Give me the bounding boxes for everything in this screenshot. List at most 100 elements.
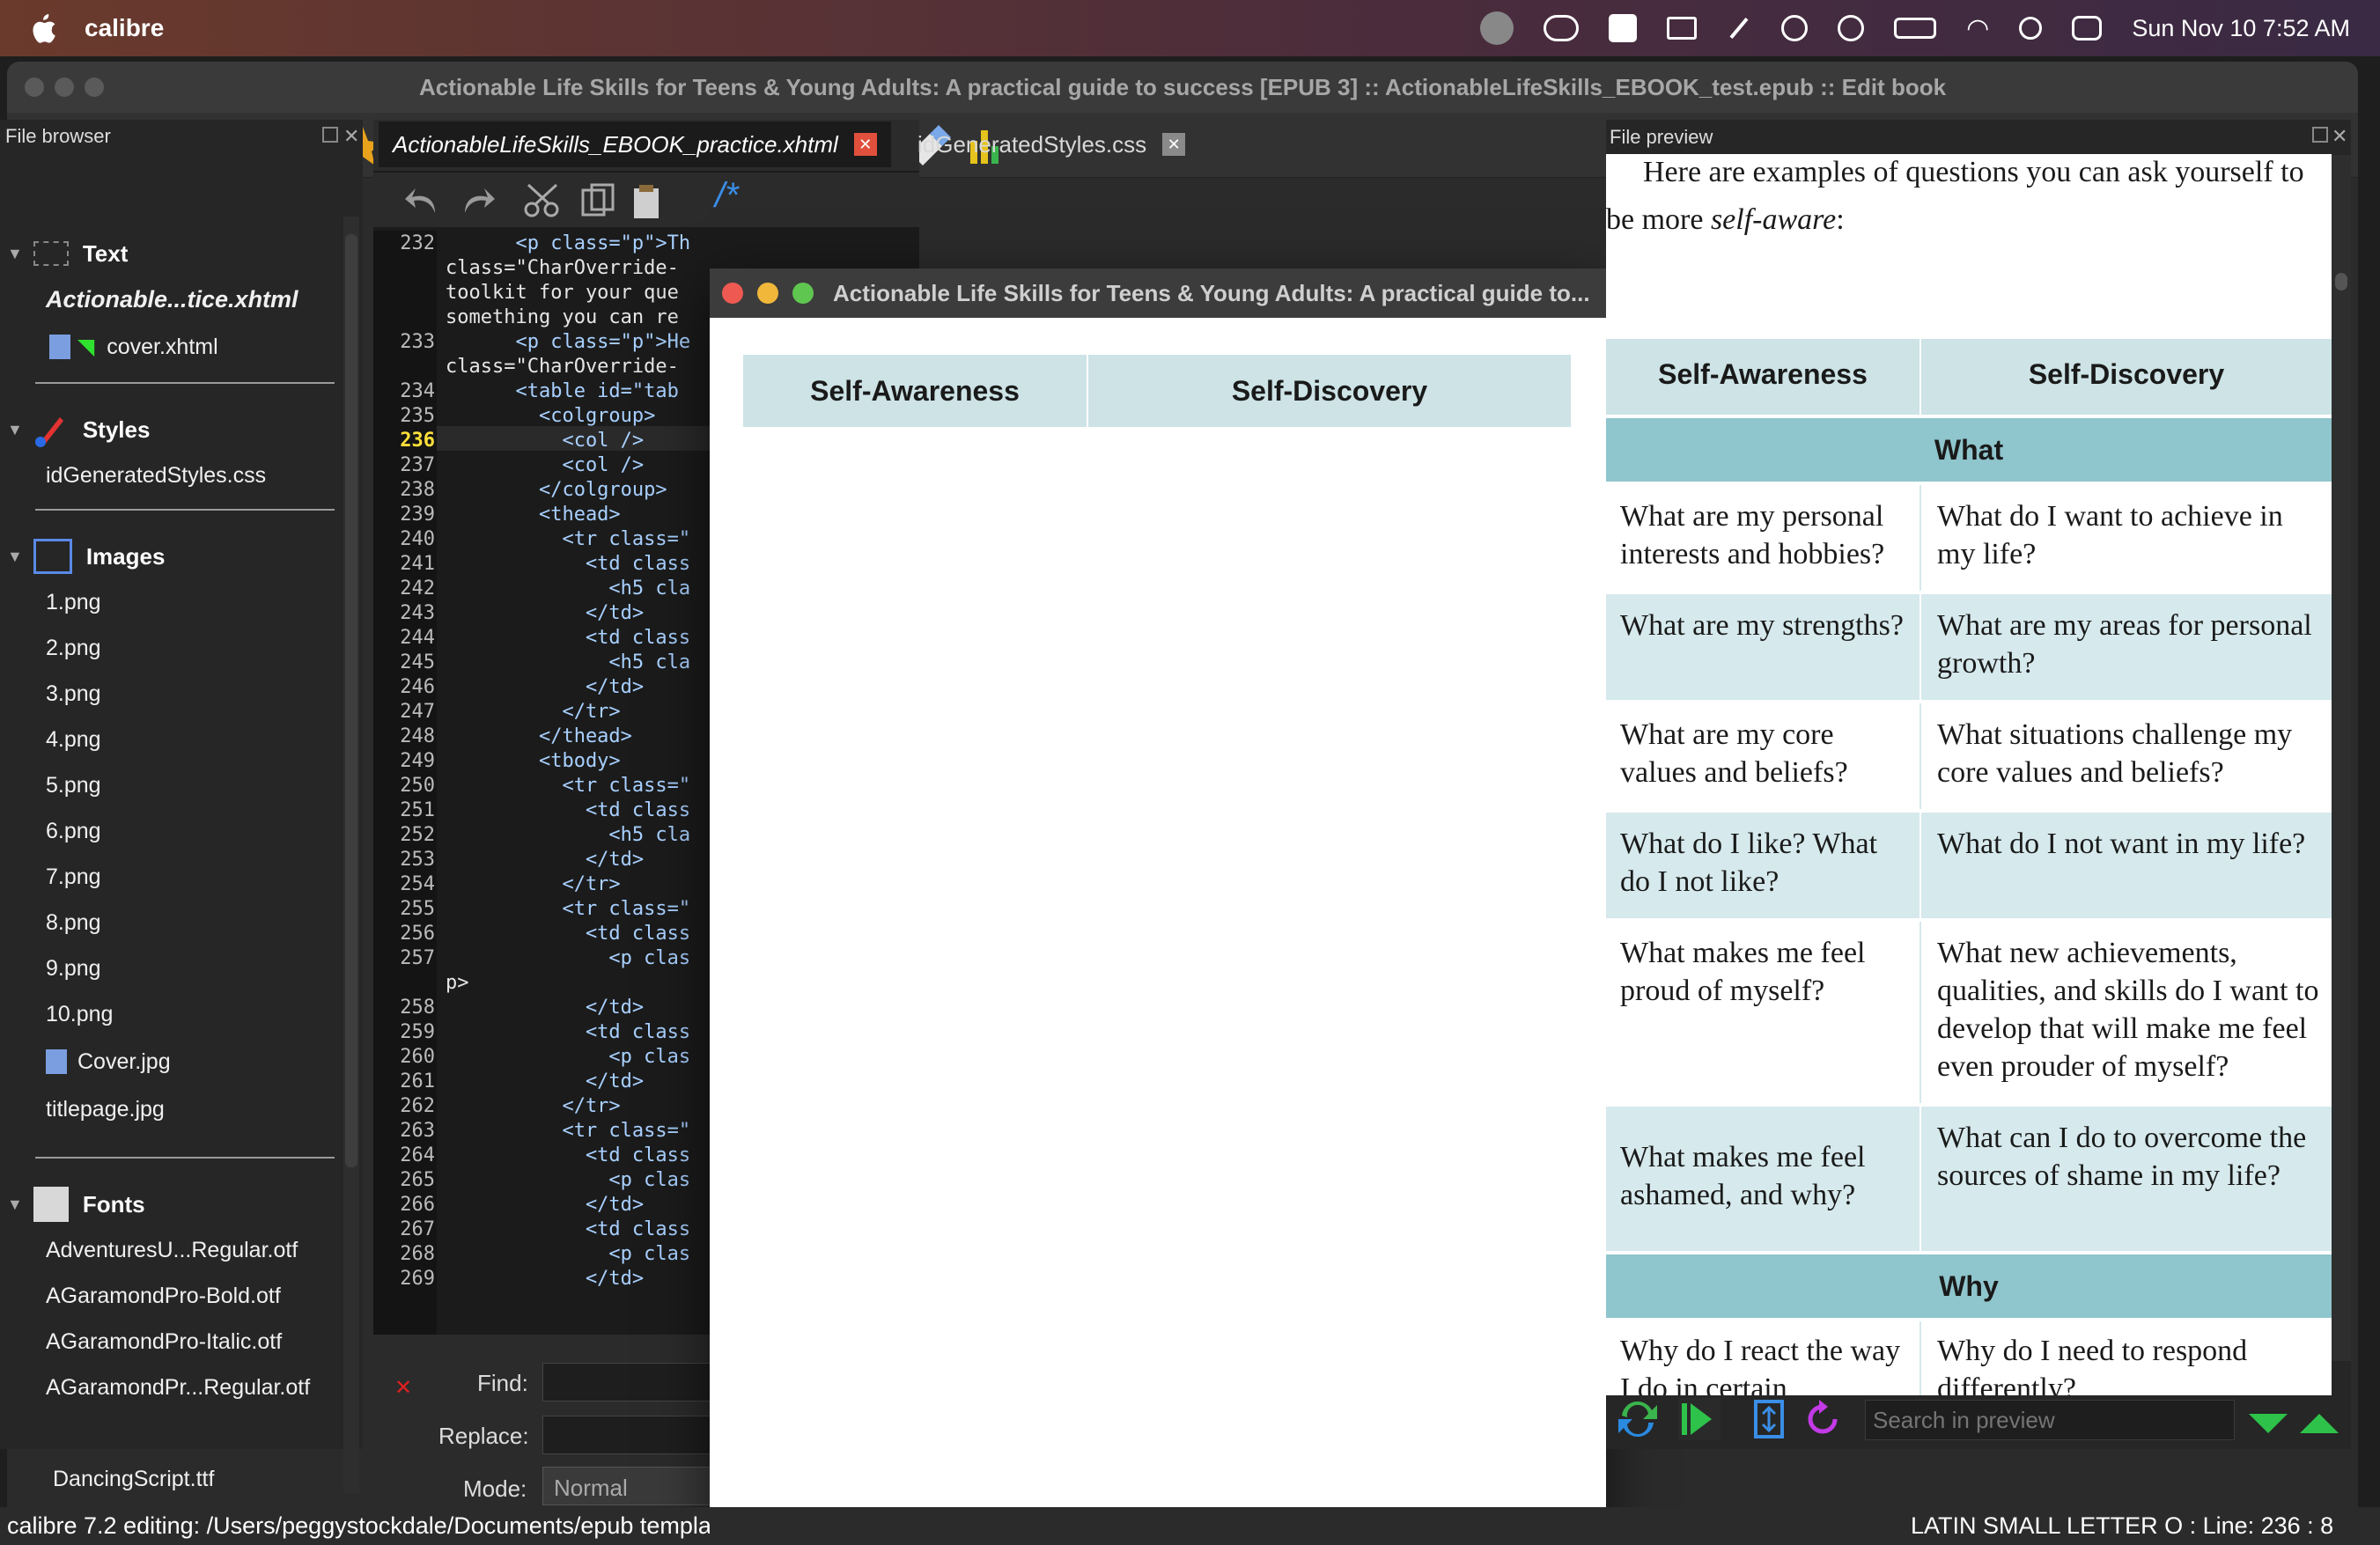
sync-scroll-icon[interactable] (1747, 1396, 1793, 1442)
file-item[interactable]: ◥ cover.xhtml (49, 329, 218, 364)
code-line[interactable]: </td> (446, 602, 644, 624)
find-prev-up-icon[interactable] (2296, 1407, 2342, 1438)
close-panel-icon[interactable]: ✕ (343, 125, 359, 148)
code-line[interactable]: </td> (446, 997, 644, 1019)
creative-cloud-icon[interactable] (1544, 15, 1580, 41)
close-tab-icon[interactable]: ✕ (1162, 133, 1186, 156)
zoom-window-button[interactable] (85, 77, 104, 97)
popup-close-button[interactable] (722, 283, 743, 304)
search-icon[interactable] (2019, 17, 2043, 40)
reload-icon[interactable] (1800, 1396, 1846, 1442)
file-item[interactable]: 4.png (46, 722, 101, 757)
tab-styles-css[interactable]: idGeneratedStyles.css ✕ (903, 121, 1199, 167)
app-menu-calibre[interactable]: calibre (85, 14, 164, 42)
file-item[interactable]: AdventuresU...Regular.otf (46, 1232, 298, 1268)
code-line[interactable]: <tr class=" (446, 528, 690, 550)
code-line[interactable]: <thead> (446, 504, 621, 526)
code-line[interactable]: <col /> (446, 430, 644, 452)
find-next-down-icon[interactable] (2245, 1407, 2291, 1438)
time-machine-icon[interactable] (1781, 15, 1809, 41)
close-window-button[interactable] (25, 77, 44, 97)
upwork-icon[interactable] (1480, 11, 1514, 45)
paste-icon[interactable] (629, 181, 667, 220)
file-item[interactable]: AGaramondPr...Regular.otf (46, 1370, 310, 1405)
menubar-clock[interactable]: Sun Nov 10 7:52 AM (2132, 15, 2350, 42)
code-line[interactable]: </tr> (446, 873, 620, 895)
code-line[interactable]: <p clas (446, 947, 690, 969)
redo-icon[interactable] (458, 181, 497, 220)
code-line[interactable]: class="CharOverride- (446, 257, 679, 279)
cut-icon[interactable] (523, 181, 562, 220)
code-line[interactable]: <p class="p">Th (446, 232, 690, 254)
file-item[interactable]: Cover.jpg (46, 1044, 171, 1079)
popup-zoom-button[interactable] (792, 283, 814, 304)
code-line[interactable]: something you can re (446, 306, 679, 328)
code-line[interactable]: <col /> (446, 454, 644, 476)
code-line[interactable]: <p clas (446, 1046, 690, 1068)
section-text[interactable]: ▼ Text (7, 229, 128, 278)
file-item[interactable]: DancingScript.ttf (53, 1467, 214, 1492)
file-item[interactable]: 1.png (46, 585, 101, 620)
preview-vscrollbar[interactable] (2332, 155, 2351, 1361)
file-item[interactable]: 8.png (46, 905, 101, 940)
auto-refresh-play-icon[interactable] (1676, 1396, 1722, 1442)
code-line[interactable]: <p clas (446, 1243, 690, 1265)
code-line[interactable]: <tbody> (446, 750, 621, 772)
battery-icon[interactable] (1894, 18, 1937, 39)
code-line[interactable]: p> (446, 972, 469, 994)
section-fonts[interactable]: ▼ Fonts (7, 1180, 145, 1229)
pen-icon[interactable] (1729, 17, 1749, 40)
code-line[interactable]: <tr class=" (446, 898, 690, 920)
code-line[interactable]: </colgroup> (446, 479, 667, 501)
code-line[interactable]: </td> (446, 1070, 644, 1093)
tab-practice-xhtml[interactable]: ActionableLifeSkills_EBOOK_practice.xhtm… (379, 121, 891, 167)
file-item[interactable]: titlepage.jpg (46, 1092, 165, 1127)
code-line[interactable]: <table id="tab (446, 380, 678, 402)
control-center-icon[interactable] (2072, 16, 2103, 40)
code-line[interactable]: </tr> (446, 1095, 620, 1117)
file-item[interactable]: 9.png (46, 951, 101, 986)
code-line[interactable]: <tr class=" (446, 775, 690, 797)
file-item[interactable]: 6.png (46, 813, 101, 849)
file-browser-scrollbar[interactable] (343, 217, 359, 1493)
section-images[interactable]: ▼ Images (7, 532, 165, 581)
code-line[interactable]: <h5 cla (446, 824, 690, 846)
section-styles[interactable]: ▼ Styles (7, 405, 150, 454)
refresh-icon[interactable] (1615, 1396, 1661, 1442)
file-item[interactable]: 7.png (46, 859, 101, 894)
file-item[interactable]: AGaramondPro-Bold.otf (46, 1278, 281, 1313)
code-line[interactable]: class="CharOverride- (446, 356, 679, 378)
popup-minimize-button[interactable] (757, 283, 778, 304)
code-line[interactable]: toolkit for your que (446, 282, 679, 304)
apple-icon[interactable] (30, 13, 56, 43)
code-line[interactable]: </td> (446, 1268, 644, 1290)
code-line[interactable]: <tr class=" (446, 1120, 690, 1142)
close-panel-icon[interactable]: ✕ (2332, 125, 2347, 148)
display-icon[interactable] (1667, 17, 1698, 40)
file-item[interactable]: 3.png (46, 676, 101, 711)
file-item[interactable]: idGeneratedStyles.css (46, 458, 266, 493)
artstudio-icon[interactable] (1609, 14, 1638, 42)
undock-icon[interactable] (2312, 127, 2328, 143)
code-line[interactable]: <td class (446, 1021, 690, 1043)
code-line[interactable]: </thead> (446, 725, 632, 747)
file-item[interactable]: 2.png (46, 630, 101, 666)
file-item[interactable]: 10.png (46, 997, 113, 1032)
code-line[interactable]: <td class (446, 1144, 690, 1166)
code-line[interactable]: </td> (446, 849, 644, 871)
code-line[interactable]: <td class (446, 799, 690, 821)
comment-icon[interactable]: /* (715, 176, 739, 216)
minimize-window-button[interactable] (55, 77, 74, 97)
code-line[interactable]: <td class (446, 1218, 690, 1240)
undo-icon[interactable] (403, 181, 442, 220)
code-line[interactable]: </tr> (446, 701, 620, 723)
code-line[interactable]: <td class (446, 923, 690, 945)
copy-icon[interactable] (579, 181, 618, 220)
code-line[interactable]: </td> (446, 1194, 644, 1216)
code-line[interactable]: <p clas (446, 1169, 690, 1191)
code-line[interactable]: <p class="p">He (446, 331, 690, 353)
play-icon[interactable] (1838, 15, 1865, 41)
file-item[interactable]: 5.png (46, 768, 101, 803)
code-line[interactable]: <colgroup> (446, 405, 655, 427)
close-find-icon[interactable]: ✕ (394, 1375, 412, 1401)
